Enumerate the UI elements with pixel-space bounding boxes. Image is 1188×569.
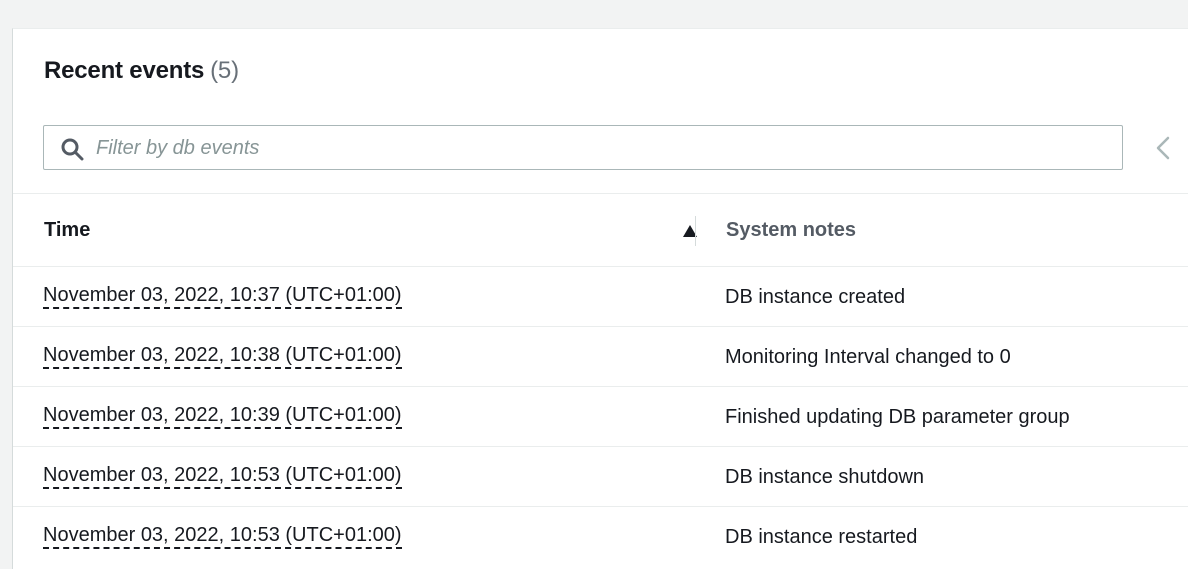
filter-input[interactable]: [94, 132, 1108, 165]
event-time[interactable]: November 03, 2022, 10:37 (UTC+01:00): [43, 284, 402, 309]
column-header-notes-label: System notes: [726, 219, 857, 241]
column-header-time[interactable]: Time: [44, 194, 697, 266]
panel-header: Recent events (5): [44, 57, 239, 85]
event-time[interactable]: November 03, 2022, 10:38 (UTC+01:00): [43, 344, 402, 369]
table-row: November 03, 2022, 10:53 (UTC+01:00) DB …: [13, 447, 1188, 507]
chevron-left-icon[interactable]: [1151, 135, 1175, 161]
panel-title: Recent events: [44, 57, 205, 84]
event-note: Finished updating DB parameter group: [725, 406, 1070, 428]
column-header-time-label: Time: [44, 219, 91, 241]
search-icon: [61, 138, 84, 161]
recent-events-panel: Recent events(5) Time System notes Novem…: [12, 28, 1188, 569]
event-time[interactable]: November 03, 2022, 10:53 (UTC+01:00): [43, 524, 402, 549]
event-note: Monitoring Interval changed to 0: [725, 346, 1011, 368]
table-row: November 03, 2022, 10:38 (UTC+01:00) Mon…: [13, 327, 1188, 387]
column-resizer[interactable]: [695, 216, 696, 246]
event-time[interactable]: November 03, 2022, 10:39 (UTC+01:00): [43, 404, 402, 429]
event-count: (5): [210, 57, 239, 84]
event-note: DB instance created: [725, 286, 906, 308]
column-header-notes[interactable]: System notes: [726, 194, 856, 266]
table-row: November 03, 2022, 10:39 (UTC+01:00) Fin…: [13, 387, 1188, 447]
event-time[interactable]: November 03, 2022, 10:53 (UTC+01:00): [43, 464, 402, 489]
filter-box: [43, 125, 1123, 170]
table-row: November 03, 2022, 10:37 (UTC+01:00) DB …: [13, 267, 1188, 327]
event-note: DB instance shutdown: [725, 466, 925, 488]
table-header: Time System notes: [13, 194, 1188, 267]
table-row: November 03, 2022, 10:53 (UTC+01:00) DB …: [13, 507, 1188, 567]
event-note: DB instance restarted: [725, 526, 918, 548]
